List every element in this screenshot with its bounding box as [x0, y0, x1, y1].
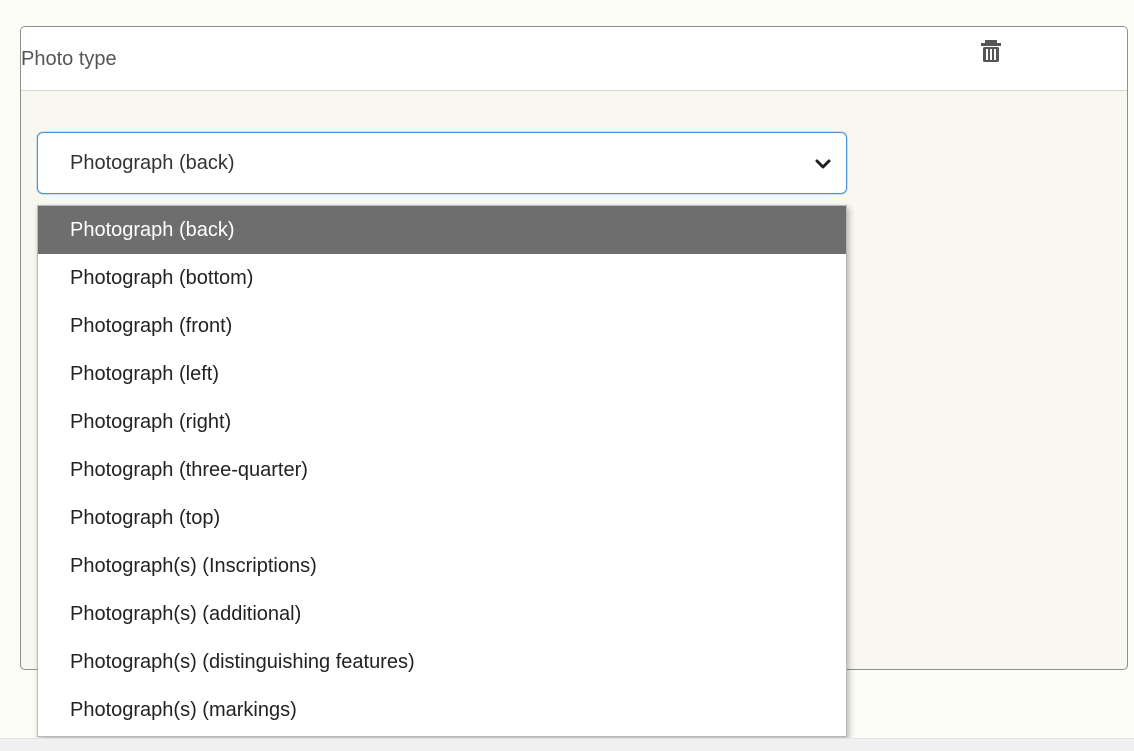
page: Photo type Photograph (back) Photograph …: [0, 0, 1134, 751]
option-photograph-back[interactable]: Photograph (back): [38, 206, 846, 254]
panel-header: Photo type: [21, 27, 1127, 91]
option-photographs-distinguishing-features[interactable]: Photograph(s) (distinguishing features): [38, 638, 846, 686]
option-photographs-additional[interactable]: Photograph(s) (additional): [38, 590, 846, 638]
bottom-strip: [0, 738, 1134, 751]
option-photograph-right[interactable]: Photograph (right): [38, 398, 846, 446]
select-value: Photograph (back): [70, 152, 235, 174]
select-dropdown-list: Photograph (back) Photograph (bottom) Ph…: [37, 205, 847, 737]
option-photograph-three-quarter[interactable]: Photograph (three-quarter): [38, 446, 846, 494]
option-photographs-markings[interactable]: Photograph(s) (markings): [38, 686, 846, 734]
option-photograph-bottom[interactable]: Photograph (bottom): [38, 254, 846, 302]
photo-type-select[interactable]: Photograph (back): [37, 132, 847, 194]
option-photographs-inscriptions[interactable]: Photograph(s) (Inscriptions): [38, 542, 846, 590]
option-photograph-left[interactable]: Photograph (left): [38, 350, 846, 398]
trash-icon: [981, 40, 1001, 62]
panel-title: Photo type: [21, 48, 117, 70]
option-photograph-front[interactable]: Photograph (front): [38, 302, 846, 350]
chevron-down-icon: [815, 159, 831, 169]
delete-button[interactable]: [976, 37, 1006, 67]
option-photograph-top[interactable]: Photograph (top): [38, 494, 846, 542]
